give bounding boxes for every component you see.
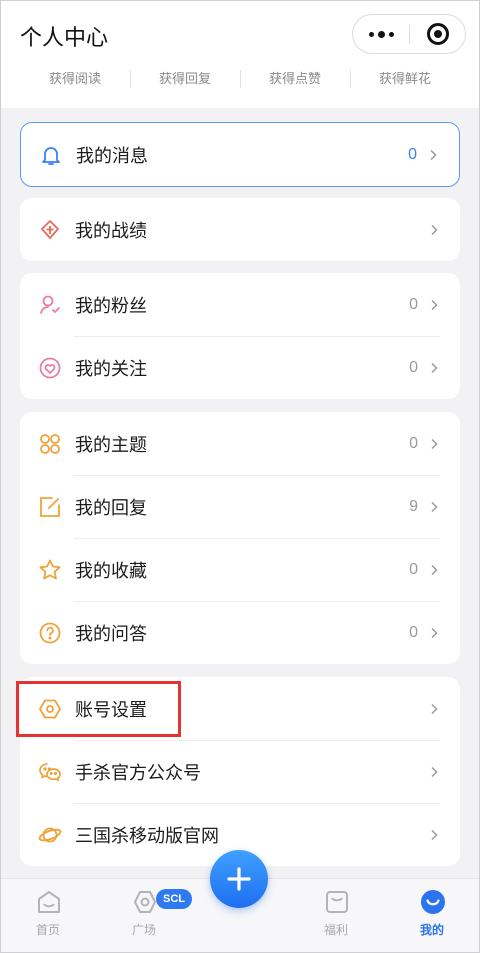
menu-label: 我的关注 [75,358,147,379]
more-dots-icon[interactable] [353,15,409,53]
chevron-right-icon [431,829,438,840]
menu-label: 手杀官方公众号 [75,762,201,783]
menu-label: 我的回复 [75,497,147,518]
chevron-right-icon [431,501,438,512]
planet-icon [38,827,62,842]
chevron-right-icon [431,438,438,449]
card-messages: 我的消息 0 [20,122,460,187]
card-content: 我的主题 0 我的回复 9 我的收藏 0 我的问答 0 [20,412,460,664]
gift-bag-icon [326,891,348,913]
chevron-right-icon [431,224,438,235]
menu-count: 0 [408,145,417,163]
wechat-icon [39,762,61,781]
chevron-right-icon [431,766,438,777]
menu-item-topics[interactable]: 我的主题 0 [20,412,460,475]
tab-home[interactable]: 首页 [0,879,96,953]
heart-icon [39,357,61,378]
close-target-icon[interactable] [410,15,466,53]
menu-count: 0 [409,434,418,452]
chevron-right-icon [430,149,437,160]
menu-label: 我的消息 [76,145,148,166]
home-icon [38,891,60,913]
card-record: 我的战绩 [20,198,460,261]
stat-replies[interactable]: 获得回复 [130,66,240,92]
plaza-icon [134,891,156,913]
stat-reads[interactable]: 获得阅读 [20,66,130,92]
page-title: 个人中心 [20,25,109,50]
stat-likes[interactable]: 获得点赞 [240,66,350,92]
chevron-right-icon [431,703,438,714]
trophy-icon [41,219,59,239]
menu-item-record[interactable]: 我的战绩 [20,198,460,261]
stat-flowers[interactable]: 获得鲜花 [350,66,460,92]
menu-count: 0 [409,295,418,313]
highlight-box-account-settings [16,681,181,737]
tab-label: 广场 [131,923,156,937]
menu-count: 0 [409,560,418,578]
chevron-right-icon [431,627,438,638]
tab-welfare[interactable]: 福利 [288,879,384,953]
plus-icon [227,867,251,891]
edit-icon [40,496,60,517]
fans-icon [40,295,60,314]
tab-label: 首页 [35,923,60,937]
chevron-right-icon [431,299,438,310]
menu-count: 0 [409,623,418,641]
chevron-right-icon [431,362,438,373]
smile-icon [421,890,445,914]
card-social: 我的粉丝 0 我的关注 0 [20,273,460,399]
menu-label: 我的问答 [75,623,147,644]
tab-label: 我的 [419,923,444,937]
tab-mine[interactable]: 我的 [384,879,480,953]
menu-count: 0 [409,358,418,376]
menu-item-official-account[interactable]: 手杀官方公众号 [20,740,460,803]
menu-label: 三国杀移动版官网 [75,825,219,846]
menu-item-messages[interactable]: 我的消息 0 [21,123,459,186]
mini-program-capsule [352,14,466,54]
create-post-button[interactable] [210,850,268,908]
tab-label: 福利 [323,923,348,937]
menu-label: 我的粉丝 [75,295,147,316]
grid-icon [40,433,60,454]
menu-item-replies[interactable]: 我的回复 9 [20,475,460,538]
menu-item-follow[interactable]: 我的关注 0 [20,336,460,399]
question-icon [39,622,61,643]
menu-item-qa[interactable]: 我的问答 0 [20,601,460,664]
scl-badge: SCL [156,889,192,909]
stats-bar: 获得阅读 获得回复 获得点赞 获得鲜花 [20,66,460,92]
star-icon [39,559,61,579]
header: 个人中心 获得阅读 获得回复 获得点赞 获得鲜花 [0,0,480,108]
menu-label: 我的战绩 [75,220,147,241]
menu-item-favorites[interactable]: 我的收藏 0 [20,538,460,601]
chevron-right-icon [431,564,438,575]
menu-label: 我的主题 [75,434,147,455]
menu-count: 9 [409,497,418,515]
bell-icon [42,146,60,165]
menu-label: 我的收藏 [75,560,147,581]
menu-item-fans[interactable]: 我的粉丝 0 [20,273,460,336]
